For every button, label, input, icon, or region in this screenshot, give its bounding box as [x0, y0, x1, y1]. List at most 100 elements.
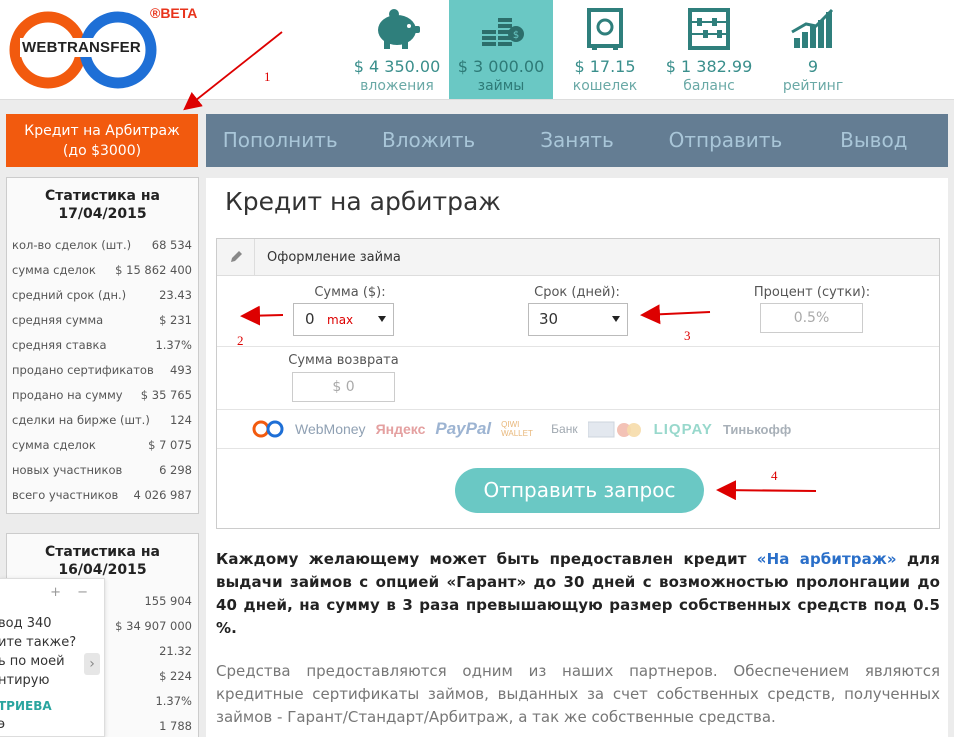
logo-liqpay: LIQPAY: [653, 420, 713, 438]
piggy-bank-icon: [378, 9, 420, 49]
logo-yandex: Яндекс: [375, 421, 426, 437]
stats-title: Статистика на 17/04/2015: [7, 178, 198, 238]
stats-row-value: 68 534: [151, 238, 192, 252]
annotation-number: 4: [771, 468, 778, 483]
stats-row: сумма сделок $ 7 075: [7, 438, 198, 463]
percent-label: Процент (сутки):: [753, 285, 871, 300]
nav-withdraw[interactable]: Вывод: [800, 114, 948, 167]
growth-chart-icon: [791, 8, 834, 48]
stats-row: всего участников 4 026 987: [7, 488, 198, 513]
main-nav: Пополнить Вложить Занять Отправить Вывод: [206, 114, 948, 167]
stats-row-value: 1.37%: [155, 338, 192, 352]
stats-row-value: $ 35 765: [140, 388, 192, 402]
stats-row-label: всего участников: [12, 488, 119, 502]
chat-operator-name: ТРИЕВА: [0, 699, 52, 713]
stats-rows: кол-во сделок (шт.) 68 534 сумма сделок $ 1…: [7, 238, 198, 513]
annotation-number: 1: [264, 69, 271, 84]
chevron-down-icon: [612, 316, 620, 322]
logo-bank: Банк: [551, 422, 578, 436]
term-select[interactable]: 30: [528, 303, 628, 336]
stat-loans[interactable]: $ $ 3 000.00 займы: [449, 0, 553, 99]
header: WEBTRANSFER ®BETA $ 4 350.00 вложения $ …: [0, 0, 954, 100]
nav-invest[interactable]: Вложить: [354, 114, 502, 167]
stats-row-value: 6 298: [159, 463, 192, 477]
stats-row: сделки на бирже (шт.) 124: [7, 413, 198, 438]
logo-text: WEBTRANSFER: [20, 38, 143, 57]
svg-text:$: $: [513, 30, 519, 41]
arbitrage-link[interactable]: «На арбитраж»: [757, 550, 897, 568]
term-value: 30: [539, 310, 559, 328]
chat-expand-icon[interactable]: ›: [84, 653, 100, 675]
term-label: Срок (дней):: [534, 285, 620, 300]
stat-rating[interactable]: 9 рейтинг: [761, 0, 865, 99]
amount-max[interactable]: max: [327, 313, 353, 327]
credit-arbitrage-button[interactable]: Кредит на Арбитраж (до $3000): [6, 114, 198, 167]
stats-title-date: 17/04/2015: [58, 206, 147, 222]
chat-line: ите также?: [0, 635, 77, 650]
annotation-number: 2: [237, 333, 244, 348]
pencil-icon: [217, 238, 255, 276]
logo-paypal: PayPal: [435, 419, 492, 438]
nav-deposit[interactable]: Пополнить: [206, 114, 354, 167]
stats-row-value: 124: [170, 413, 192, 427]
stats-row-label: средняя сумма: [12, 313, 104, 327]
loan-form: Оформление займа Сумма ($): 0 max Срок (…: [216, 238, 940, 529]
chat-popup[interactable]: + − вод 340 ите также? ь по моей нтирую …: [0, 578, 105, 737]
safe-icon: [587, 8, 623, 50]
stats-row: продано на сумму $ 35 765: [7, 388, 198, 413]
chat-line: э: [0, 717, 5, 732]
stats-row-value: 1.37%: [155, 694, 192, 708]
stat-value: $ 17.15: [574, 57, 636, 76]
stat-value: 9: [807, 57, 819, 76]
stats-row-label: сумма сделок: [12, 263, 96, 277]
stats-row-label: новых участников: [12, 463, 123, 477]
beta-badge: ®BETA: [150, 5, 198, 21]
stats-row-label: сделки на бирже (шт.): [12, 413, 150, 427]
nav-borrow[interactable]: Занять: [503, 114, 651, 167]
logo-qiwi: QIWI WALLET: [501, 420, 533, 438]
logo-webmoney: WebMoney: [295, 421, 366, 437]
main-panel: Кредит на арбитраж Оформление займа Сумм…: [206, 178, 948, 737]
stats-row: средняя ставка 1.37%: [7, 338, 198, 363]
stat-label: вложения: [360, 78, 434, 94]
amount-value: 0: [305, 310, 315, 328]
stats-row-value: $ 7 075: [148, 438, 192, 452]
stats-title-line1: Статистика на: [45, 188, 160, 204]
credit-button-line1: Кредит на Арбитраж: [24, 123, 180, 139]
visa-mastercard-icon: [587, 421, 641, 438]
webtransfer-logo[interactable]: WEBTRANSFER: [6, 8, 166, 89]
nav-send[interactable]: Отправить: [651, 114, 799, 167]
chat-line: нтирую: [0, 673, 50, 688]
description-bold: Каждому желающему может быть предоставле…: [216, 548, 940, 640]
stats-row-value: 155 904: [144, 594, 192, 608]
stats-row-value: 493: [170, 363, 192, 377]
percent-field: 0.5%: [760, 303, 863, 333]
stats-row-label: сумма сделок: [12, 438, 96, 452]
stats-row-value: $ 34 907 000: [115, 619, 192, 633]
stat-balance[interactable]: $ 1 382.99 баланс: [657, 0, 761, 99]
stat-label: баланс: [683, 78, 735, 94]
stats-row: средний срок (дн.) 23.43: [7, 288, 198, 313]
stats-row-value: 21.32: [159, 644, 192, 658]
stats-row-value: 23.43: [159, 288, 192, 302]
stats-row: кол-во сделок (шт.) 68 534: [7, 238, 198, 263]
stats-panel-17-04: Статистика на 17/04/2015 кол-во сделок (…: [6, 177, 199, 514]
stats-row-value: 1 788: [159, 719, 192, 733]
submit-request-button[interactable]: Отправить запрос: [455, 468, 704, 513]
stats-row-label: средний срок (дн.): [12, 288, 127, 302]
stats-row: сумма сделок $ 15 862 400: [7, 263, 198, 288]
stats-row-label: продано сертификатов: [12, 363, 154, 377]
stats-row-label: продано на сумму: [12, 388, 123, 402]
abacus-icon: [688, 8, 730, 50]
stat-label: кошелек: [572, 78, 638, 94]
amount-select[interactable]: 0 max: [293, 303, 394, 336]
chat-controls[interactable]: + −: [50, 585, 94, 600]
stats-row: средняя сумма $ 231: [7, 313, 198, 338]
return-label: Сумма возврата: [288, 353, 399, 368]
stats-title-line1: Статистика на: [45, 544, 160, 560]
chevron-down-icon: [378, 316, 386, 322]
stat-investments[interactable]: $ 4 350.00 вложения: [345, 0, 449, 99]
stat-value: $ 3 000.00: [457, 57, 545, 76]
stat-wallet[interactable]: $ 17.15 кошелек: [553, 0, 657, 99]
annotation-number: 3: [684, 328, 691, 343]
